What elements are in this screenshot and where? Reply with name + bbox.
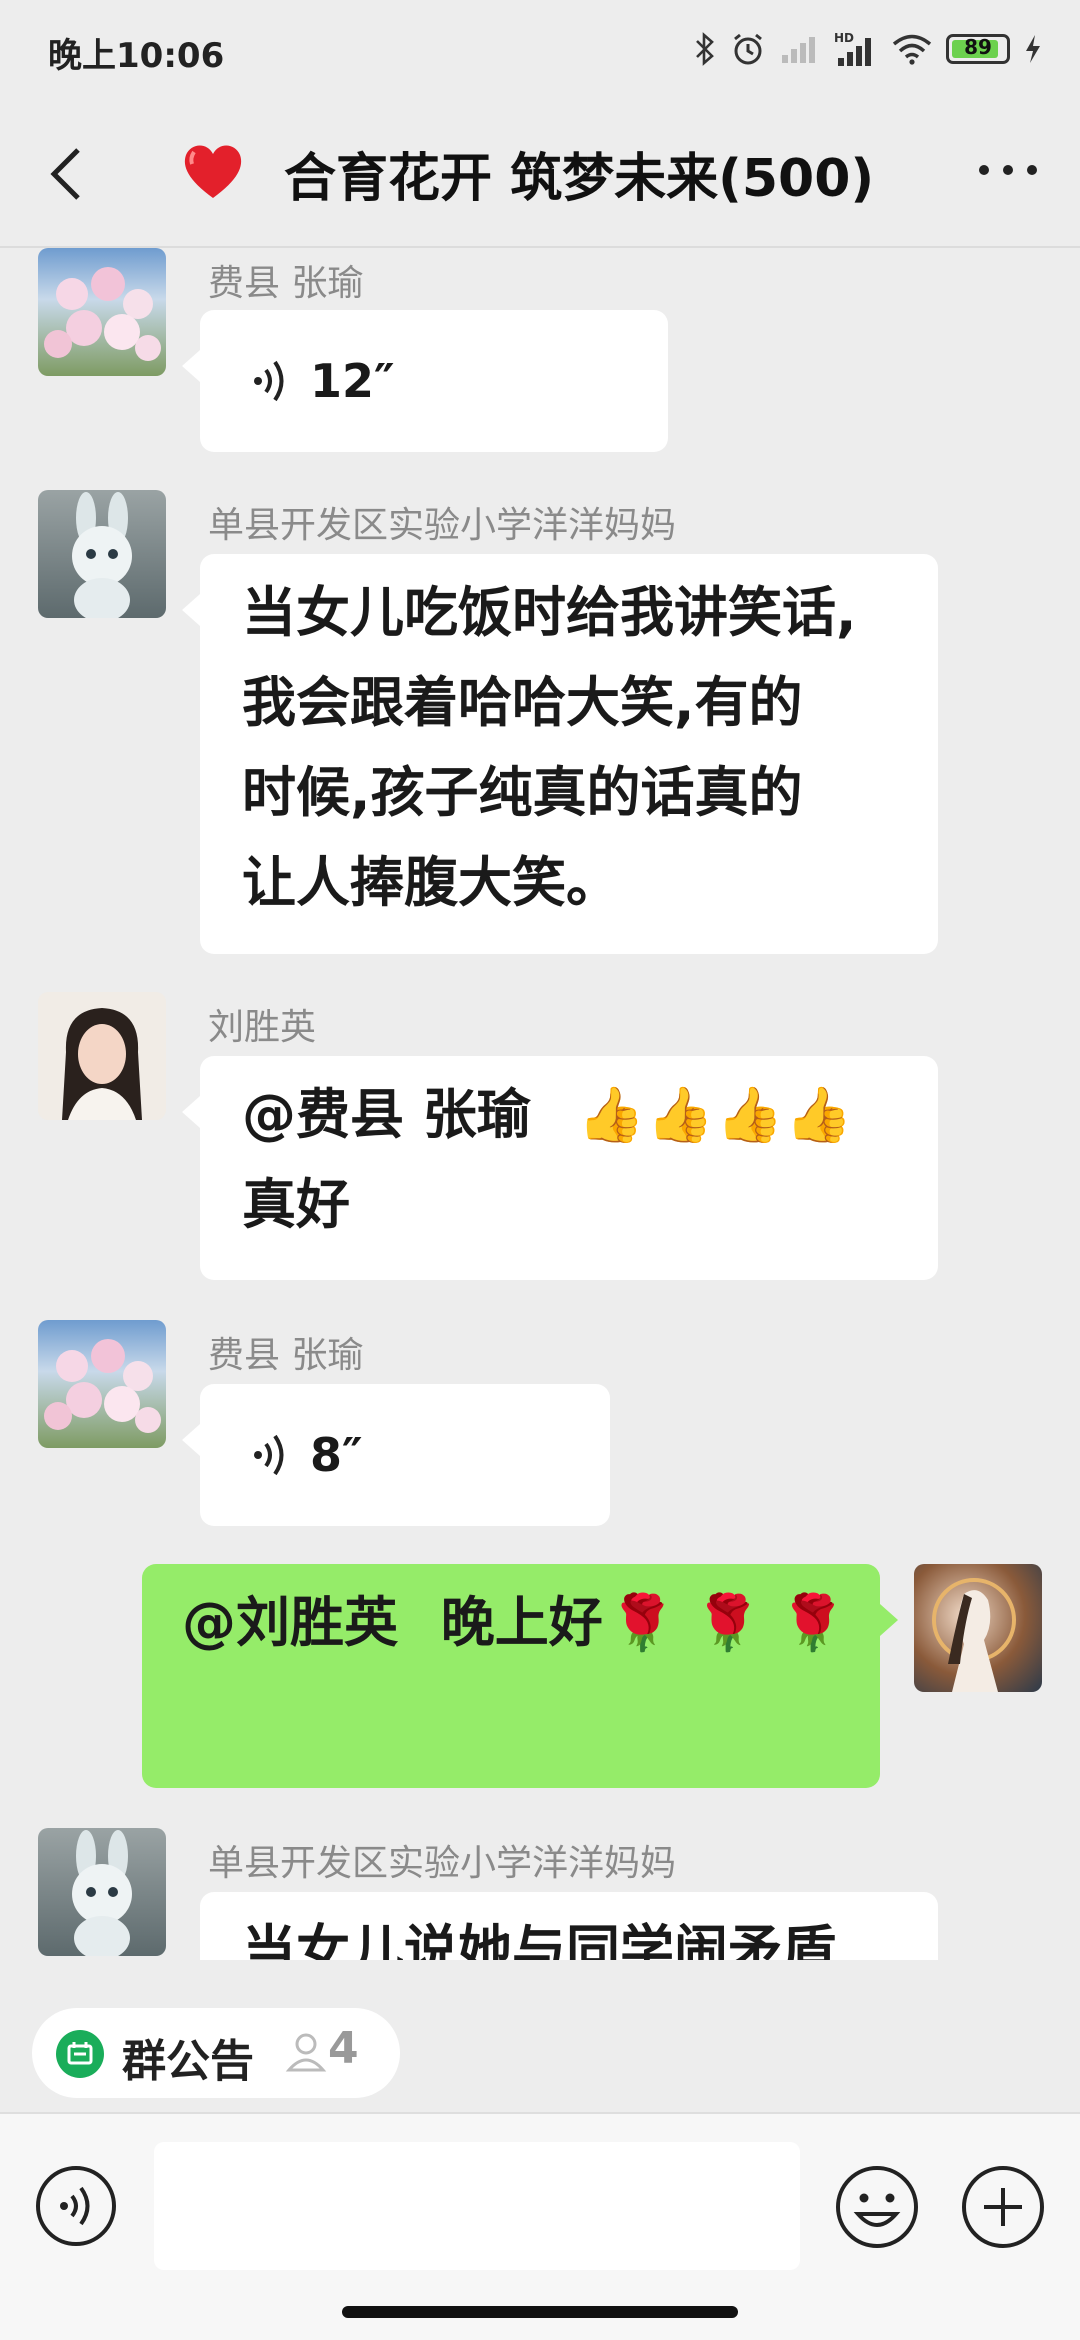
message-input[interactable] — [154, 2142, 800, 2270]
heart-icon — [184, 145, 242, 198]
bunny-avatar-image — [72, 492, 132, 618]
group-notice-button[interactable]: 群公告 4 — [32, 2008, 400, 2098]
avatar[interactable] — [38, 1320, 166, 1448]
status-icons: HD 89 — [694, 26, 1042, 72]
rose-emoji: 🌹🌹🌹 — [608, 1591, 865, 1654]
person-icon — [285, 2033, 327, 2072]
avatar[interactable] — [38, 248, 166, 376]
voice-duration: 8″ — [310, 1428, 363, 1482]
message-line: 让人捧腹大笑。 — [242, 851, 620, 914]
status-bar: 晚上10:06 HD 89 — [0, 0, 1080, 100]
notice-count: 4 — [328, 2023, 359, 2074]
mention-text: @费县 张瑜 — [242, 1083, 550, 1146]
voice-duration: 12″ — [310, 354, 395, 408]
flower-avatar-image — [44, 1339, 161, 1433]
text-message-bubble[interactable]: @费县 张瑜 👍👍👍👍 真好 — [182, 1056, 938, 1280]
flower-avatar-image — [44, 267, 161, 361]
own-message-bubble[interactable]: @刘胜英 晚上好 🌹🌹🌹 — [142, 1564, 898, 1788]
sender-name: 单县开发区实验小学洋洋妈妈 — [208, 1843, 677, 1884]
emoji-icon[interactable] — [834, 2164, 920, 2250]
avatar[interactable] — [38, 992, 166, 1120]
message-line: @费县 张瑜 👍👍👍👍 — [242, 1070, 938, 1160]
avatar[interactable] — [38, 1828, 166, 1956]
message-line: @刘胜英 晚上好 🌹🌹🌹 — [182, 1578, 880, 1668]
svg-text:HD: HD — [834, 31, 854, 45]
back-arrow-icon[interactable] — [40, 144, 100, 204]
notice-label: 群公告 — [122, 2036, 254, 2087]
message-line: 当女儿吃饭时给我讲笑话, — [242, 581, 857, 644]
charging-icon — [1026, 35, 1040, 63]
more-options-icon[interactable] — [976, 160, 1040, 180]
battery-level: 89 — [964, 35, 992, 59]
message-line: 时候,孩子纯真的话真的 — [242, 761, 803, 824]
voice-wave-icon — [254, 360, 284, 402]
sender-name: 刘胜英 — [208, 1007, 317, 1048]
chat-header: 合育花开 筑梦未来(500) — [0, 100, 1080, 248]
plus-icon[interactable] — [960, 2164, 1046, 2250]
status-time: 晚上10:06 — [48, 36, 225, 76]
sender-name: 单县开发区实验小学洋洋妈妈 — [208, 505, 677, 546]
home-indicator[interactable] — [342, 2306, 738, 2318]
text-message-bubble[interactable]: 当女儿吃饭时给我讲笑话, 我会跟着哈哈大笑,有的 时候,孩子纯真的话真的 让人捧… — [182, 554, 938, 954]
signal-weak-icon — [782, 37, 815, 63]
voice-input-icon[interactable] — [34, 2164, 118, 2248]
girl-avatar-image — [932, 1578, 1016, 1692]
bluetooth-icon — [696, 32, 714, 66]
voice-message-bubble[interactable]: 8″ — [182, 1384, 610, 1526]
own-avatar[interactable] — [914, 1564, 1042, 1692]
group-title: 合育花开 筑梦未来(500) — [284, 149, 875, 209]
sender-name: 费县 张瑜 — [208, 263, 364, 304]
bunny-avatar-image — [72, 1830, 132, 1956]
sender-name: 费县 张瑜 — [208, 1335, 364, 1376]
woman-avatar-image — [62, 1008, 142, 1120]
voice-message-bubble[interactable]: 12″ — [182, 310, 668, 452]
alarm-icon — [734, 33, 762, 65]
thumbs-up-emoji: 👍👍👍👍 — [577, 1083, 855, 1146]
mention-greeting-text: @刘胜英 晚上好 — [182, 1591, 603, 1654]
signal-hd-icon: HD — [834, 31, 871, 66]
wifi-icon — [892, 34, 932, 65]
avatar[interactable] — [38, 490, 166, 618]
message-line: 真好 — [242, 1173, 350, 1236]
notice-icon — [56, 2030, 104, 2078]
voice-wave-icon — [254, 1434, 284, 1476]
battery-icon: 89 — [946, 34, 1010, 64]
message-line: 我会跟着哈哈大笑,有的 — [242, 671, 803, 734]
